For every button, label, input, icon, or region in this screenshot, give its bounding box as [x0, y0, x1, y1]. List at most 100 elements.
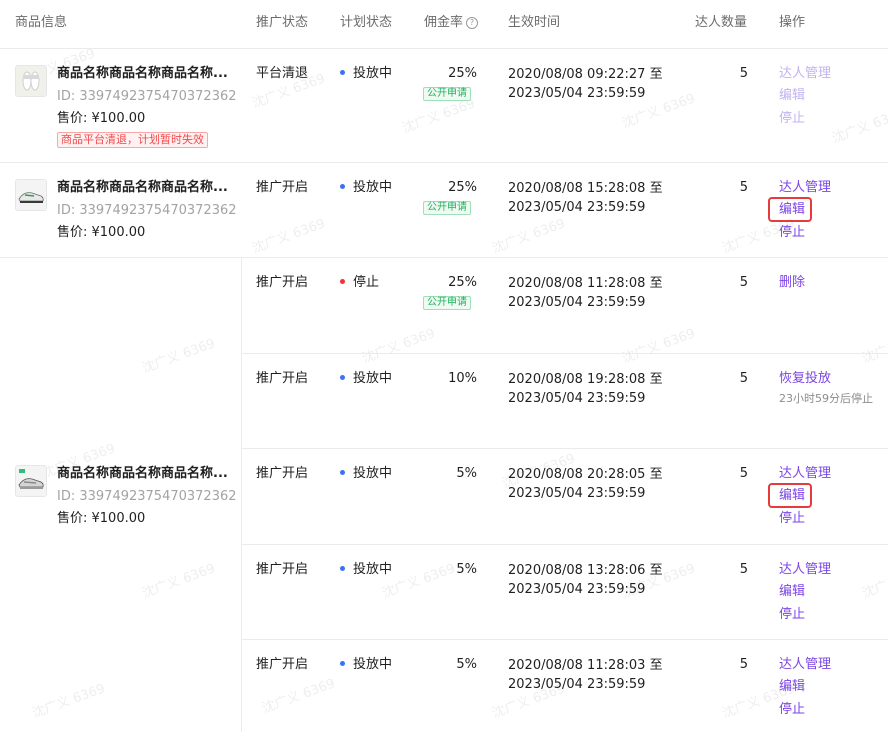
status-dot-icon — [340, 661, 345, 666]
commission-rate: 5% — [456, 466, 477, 481]
creator-manage-link: 达人管理 — [779, 66, 832, 81]
commission-rate: 5% — [456, 562, 477, 577]
plan-status: 投放中 — [340, 656, 392, 674]
slipper-image-icon — [16, 66, 46, 96]
creator-manage-link[interactable]: 达人管理 — [779, 465, 831, 483]
divider — [241, 544, 888, 545]
sneaker-image-icon — [16, 466, 46, 496]
divider — [241, 258, 242, 732]
watermark-text: 沈广义 6369 — [260, 676, 338, 717]
delete-link[interactable]: 删除 — [779, 274, 805, 292]
plan-status: 停止 — [340, 274, 379, 292]
product-thumbnail[interactable] — [15, 179, 47, 211]
product-warning-badge: 商品平台清退，计划暂时失效 — [57, 132, 208, 148]
auto-stop-note: 23小时59分后停止 — [779, 392, 873, 405]
effective-time-end: 2023/05/04 23:59:59 — [508, 391, 646, 406]
effective-time-start: 2020/08/08 09:22:27 至 — [508, 67, 663, 82]
header-product-info: 商品信息 — [15, 15, 68, 30]
commission-rate: 5% — [456, 657, 477, 672]
effective-time-start: 2020/08/08 11:28:03 至 — [508, 658, 663, 673]
edit-link[interactable]: 编辑 — [779, 583, 805, 601]
promo-status: 推广开启 — [256, 371, 309, 386]
edit-link[interactable]: 编辑 — [779, 201, 805, 219]
effective-time-start: 2020/08/08 11:28:08 至 — [508, 276, 663, 291]
public-apply-tag: 公开申请 — [423, 296, 471, 310]
commission-rate: 25% — [448, 180, 477, 195]
product-thumbnail[interactable] — [15, 465, 47, 497]
watermark-text: 沈广义 6369 — [830, 106, 888, 147]
creator-manage-link[interactable]: 达人管理 — [779, 561, 831, 579]
watermark-text: 沈广义 6369 — [860, 326, 888, 367]
divider — [241, 448, 888, 449]
effective-time-start: 2020/08/08 15:28:08 至 — [508, 181, 663, 196]
stop-link[interactable]: 停止 — [779, 510, 805, 528]
effective-time-end: 2023/05/04 23:59:59 — [508, 295, 646, 310]
help-icon[interactable]: ? — [466, 17, 479, 29]
effective-time-start: 2020/08/08 19:28:08 至 — [508, 372, 663, 387]
promo-status: 推广开启 — [256, 275, 309, 290]
commission-rate: 25% — [448, 66, 477, 81]
plan-status-label: 投放中 — [353, 562, 393, 577]
stop-link[interactable]: 停止 — [779, 701, 805, 719]
status-dot-icon — [340, 279, 345, 284]
creator-count: 5 — [739, 466, 748, 481]
product-name[interactable]: 商品名称商品名称商品名称... — [57, 465, 228, 483]
status-dot-icon — [340, 70, 345, 75]
effective-time-start: 2020/08/08 13:28:06 至 — [508, 563, 663, 578]
divider — [241, 639, 888, 640]
watermark-text: 沈广义 6369 — [360, 326, 438, 367]
commission-rate: 25% — [448, 275, 477, 290]
watermark-text: 沈广义 6369 — [140, 336, 218, 377]
status-dot-icon — [340, 470, 345, 475]
header-effective-time: 生效时间 — [508, 15, 561, 30]
creator-count: 5 — [739, 657, 748, 672]
creator-manage-link[interactable]: 达人管理 — [779, 179, 831, 197]
plan-status-label: 投放中 — [353, 466, 393, 481]
edit-link[interactable]: 编辑 — [779, 487, 805, 505]
effective-time-end: 2023/05/04 23:59:59 — [508, 200, 646, 215]
creator-manage-link[interactable]: 达人管理 — [779, 656, 831, 674]
commission-rate: 10% — [448, 371, 477, 386]
product-name[interactable]: 商品名称商品名称商品名称... — [57, 65, 228, 83]
plan-status: 投放中 — [340, 179, 392, 197]
public-apply-tag: 公开申请 — [423, 201, 471, 215]
product-name[interactable]: 商品名称商品名称商品名称... — [57, 179, 228, 197]
stop-link[interactable]: 停止 — [779, 224, 805, 242]
header-creator-count: 达人数量 — [695, 15, 748, 30]
header-commission-rate: 佣金率? — [424, 14, 479, 32]
plan-status-label: 投放中 — [353, 66, 393, 81]
plan-status: 投放中 — [340, 465, 392, 483]
product-price: 售价: ¥100.00 — [57, 511, 146, 526]
header-actions: 操作 — [779, 15, 806, 30]
watermark-text: 沈广义 6369 — [490, 216, 568, 257]
divider — [241, 353, 888, 354]
product-price: 售价: ¥100.00 — [57, 111, 146, 126]
product-id: ID: 3397492375470372362 — [57, 203, 237, 218]
edit-link[interactable]: 编辑 — [779, 678, 805, 696]
divider — [0, 48, 888, 49]
resume-link[interactable]: 恢复投放 — [779, 370, 831, 388]
watermark-text: 沈广义 6369 — [30, 681, 108, 722]
plan-status: 投放中 — [340, 561, 392, 579]
product-price: 售价: ¥100.00 — [57, 225, 146, 240]
status-dot-icon — [340, 375, 345, 380]
product-id: ID: 3397492375470372362 — [57, 489, 237, 504]
divider — [0, 257, 888, 258]
creator-count: 5 — [739, 180, 748, 195]
stop-link[interactable]: 停止 — [779, 606, 805, 624]
public-apply-tag: 公开申请 — [423, 87, 471, 101]
promo-status: 推广开启 — [256, 562, 309, 577]
header-promo-status: 推广状态 — [256, 15, 309, 30]
watermark-text: 沈广义 6369 — [140, 561, 218, 602]
creator-count: 5 — [739, 371, 748, 386]
stop-link: 停止 — [779, 111, 806, 126]
product-id: ID: 3397492375470372362 — [57, 89, 237, 104]
creator-count: 5 — [739, 275, 748, 290]
promo-status: 平台清退 — [256, 66, 309, 81]
effective-time-end: 2023/05/04 23:59:59 — [508, 86, 646, 101]
status-dot-icon — [340, 184, 345, 189]
status-dot-icon — [340, 566, 345, 571]
effective-time-end: 2023/05/04 23:59:59 — [508, 486, 646, 501]
plan-status: 投放中 — [340, 370, 392, 388]
product-thumbnail[interactable] — [15, 65, 47, 97]
